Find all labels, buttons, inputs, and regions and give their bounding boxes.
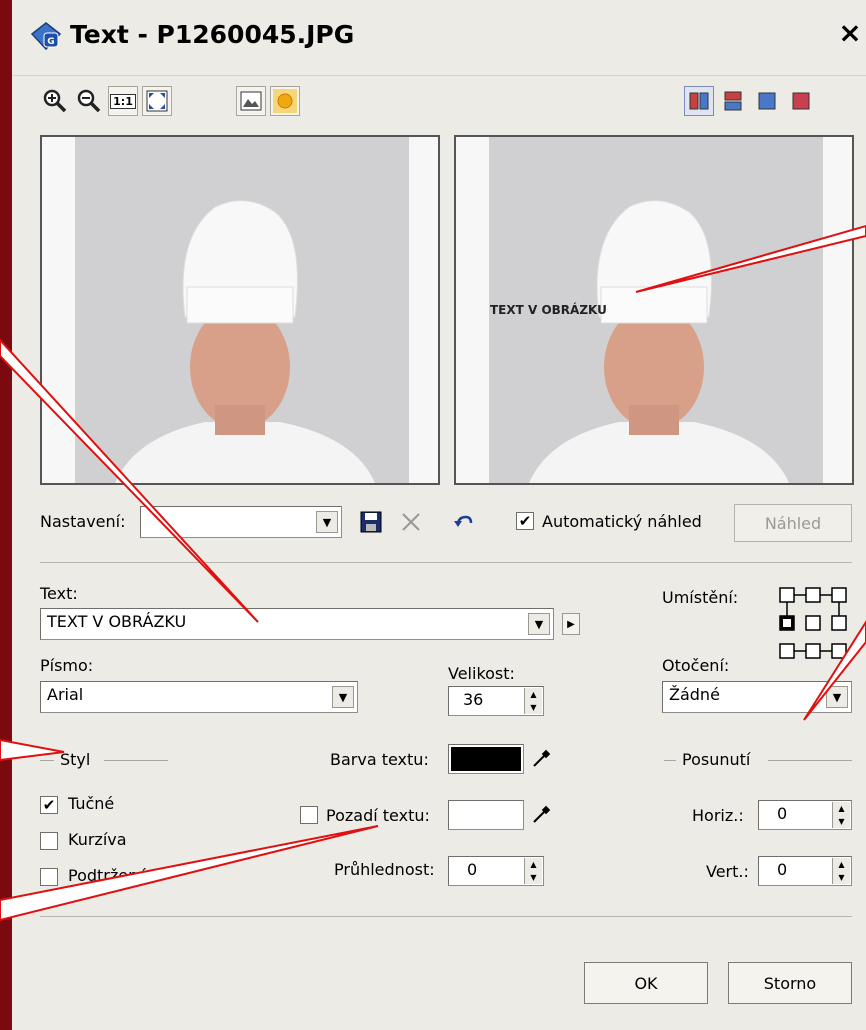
chef-photo — [75, 137, 409, 483]
arrow-right-icon: ▶ — [567, 618, 575, 630]
text-color-label: Barva textu: — [330, 750, 429, 769]
cancel-button[interactable]: Storno — [728, 962, 852, 1004]
undo-button[interactable] — [448, 507, 478, 537]
font-select[interactable]: Arial — [40, 681, 358, 713]
italic-checkbox[interactable] — [40, 832, 58, 850]
underline-checkbox[interactable] — [40, 868, 58, 886]
background-checkbox[interactable] — [300, 806, 318, 824]
placement-label: Umístění: — [662, 588, 739, 607]
spin-up-icon: ▲ — [530, 690, 537, 699]
split-vertical-button[interactable] — [684, 86, 714, 116]
spin-down-icon: ▼ — [530, 703, 537, 712]
save-icon — [360, 511, 382, 533]
text-color-swatch[interactable] — [448, 744, 524, 774]
zoom-in-button[interactable] — [40, 86, 70, 116]
horiz-label: Horiz.: — [692, 806, 744, 825]
bold-label: Tučné — [68, 794, 115, 813]
zoom-in-icon — [43, 89, 67, 113]
text-dialog: G Text - P1260045.JPG × 1:1 TEXT V OBRÁZ… — [12, 0, 866, 1030]
sun-icon — [273, 89, 297, 113]
sun-button[interactable] — [270, 86, 300, 116]
opacity-label: Průhlednost: — [334, 860, 435, 879]
font-dropdown-arrow[interactable]: ▼ — [332, 686, 354, 708]
auto-preview-checkbox[interactable]: ✔ — [516, 512, 534, 530]
horiz-spinner[interactable]: ▲ ▼ — [832, 802, 850, 828]
background-color-swatch[interactable] — [448, 800, 524, 830]
preview-button[interactable]: Náhled — [734, 504, 852, 542]
style-group-label: Styl — [60, 750, 91, 769]
fit-window-button[interactable] — [142, 86, 172, 116]
result-preview: TEXT V OBRÁZKU — [454, 135, 854, 485]
offset-group-line — [768, 760, 852, 761]
window-title: Text - P1260045.JPG — [70, 20, 355, 49]
image-icon — [240, 91, 262, 111]
style-group-line — [104, 760, 168, 761]
split-vertical-icon — [689, 92, 709, 110]
preview-overlay-text: TEXT V OBRÁZKU — [490, 303, 607, 317]
svg-text:G: G — [47, 37, 54, 47]
size-label: Velikost: — [448, 664, 515, 683]
spin-up-icon: ▲ — [838, 804, 845, 813]
delete-icon — [402, 513, 420, 531]
spin-up-icon: ▲ — [838, 860, 845, 869]
vert-spinner[interactable]: ▲ ▼ — [832, 858, 850, 884]
save-settings-button[interactable] — [356, 507, 386, 537]
zoom-out-button[interactable] — [74, 86, 104, 116]
title-bar: G Text - P1260045.JPG × — [12, 0, 866, 76]
size-spinner[interactable]: ▲ ▼ — [524, 688, 542, 714]
font-label: Písmo: — [40, 656, 94, 675]
spin-down-icon: ▼ — [838, 873, 845, 882]
separator — [40, 916, 852, 917]
eyedropper-icon — [533, 749, 551, 767]
text-color-fill — [451, 747, 521, 771]
delete-settings-button[interactable] — [396, 507, 426, 537]
style-group-line — [40, 760, 54, 761]
placement-grid[interactable] — [776, 584, 856, 664]
italic-label: Kurzíva — [68, 830, 127, 849]
background-color-picker-button[interactable] — [526, 800, 556, 830]
actual-size-icon: 1:1 — [110, 93, 136, 109]
split-horizontal-button[interactable] — [718, 86, 748, 116]
spin-up-icon: ▲ — [530, 860, 537, 869]
zoom-out-icon — [77, 89, 101, 113]
background-label: Pozadí textu: — [326, 806, 430, 825]
vert-label: Vert.: — [706, 862, 749, 881]
text-dropdown-arrow[interactable]: ▼ — [528, 613, 550, 635]
opacity-spinner[interactable]: ▲ ▼ — [524, 858, 542, 884]
actual-size-button[interactable]: 1:1 — [108, 86, 138, 116]
before-view-button[interactable] — [752, 86, 782, 116]
split-horizontal-icon — [724, 91, 742, 111]
spin-down-icon: ▼ — [838, 817, 845, 826]
settings-label: Nastavení: — [40, 512, 126, 531]
spin-down-icon: ▼ — [530, 873, 537, 882]
offset-group-label: Posunutí — [682, 750, 751, 769]
ok-button[interactable]: OK — [584, 962, 708, 1004]
text-options-button[interactable]: ▶ — [562, 613, 580, 635]
after-icon — [792, 92, 810, 110]
separator — [40, 562, 852, 563]
settings-dropdown-arrow[interactable]: ▼ — [316, 511, 338, 533]
before-icon — [758, 92, 776, 110]
text-color-picker-button[interactable] — [526, 744, 556, 774]
after-view-button[interactable] — [786, 86, 816, 116]
bold-checkbox[interactable]: ✔ — [40, 796, 58, 814]
original-preview — [40, 135, 440, 485]
image-button[interactable] — [236, 86, 266, 116]
eyedropper-icon — [533, 805, 551, 823]
auto-preview-label: Automatický náhled — [542, 512, 702, 531]
text-input[interactable]: TEXT V OBRÁZKU — [40, 608, 554, 640]
undo-icon — [454, 515, 473, 527]
text-label: Text: — [40, 584, 78, 603]
fit-window-icon — [146, 90, 168, 112]
settings-select[interactable] — [140, 506, 342, 538]
rotation-dropdown-arrow[interactable]: ▼ — [826, 686, 848, 708]
rotation-label: Otočení: — [662, 656, 730, 675]
rotation-select[interactable]: Žádné — [662, 681, 852, 713]
close-button[interactable]: × — [834, 16, 866, 49]
offset-group-line — [664, 760, 676, 761]
app-icon: G — [30, 22, 62, 51]
underline-label: Podtržené — [68, 866, 149, 885]
